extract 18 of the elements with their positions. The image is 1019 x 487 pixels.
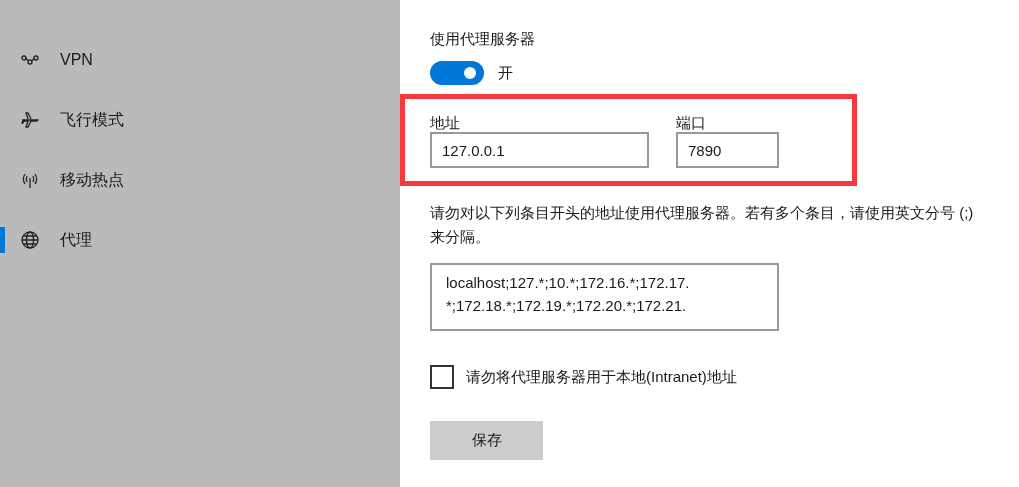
checkbox-label: 请勿将代理服务器用于本地(Intranet)地址 xyxy=(466,367,737,387)
save-button[interactable]: 保存 xyxy=(430,421,543,460)
exceptions-field[interactable]: localhost;127.*;10.*;172.16.*;172.17. *;172.18.*;172.19.*;172.20.*;172.21. xyxy=(430,263,779,331)
globe-icon xyxy=(20,230,40,250)
field-label: 端口 xyxy=(676,114,707,132)
airplane-icon xyxy=(20,110,40,130)
toggle-label: 开 xyxy=(498,63,513,83)
sidebar-item[interactable]: VPN xyxy=(0,30,400,90)
toggle-switch[interactable] xyxy=(430,61,484,85)
checkbox[interactable] xyxy=(430,365,454,389)
sidebar-item[interactable]: 代理 xyxy=(0,210,400,270)
address-field[interactable]: 127.0.0.1 xyxy=(430,132,649,168)
field-label: 地址 xyxy=(430,114,461,132)
sidebar-item[interactable]: 飞行模式 xyxy=(0,90,400,150)
description-text: 请勿对以下列条目开头的地址使用代理服务器。若有多个条目，请使用英文分号 (;) 来分隔。 xyxy=(430,203,975,247)
sidebar-item[interactable]: 移动热点 xyxy=(0,150,400,210)
port-field[interactable]: 7890 xyxy=(676,132,779,168)
section-title: 使用代理服务器 xyxy=(430,30,536,49)
